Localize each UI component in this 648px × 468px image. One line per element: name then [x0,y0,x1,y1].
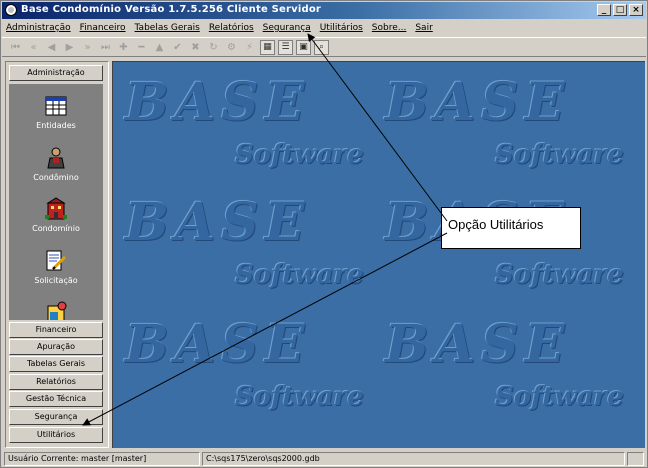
person-icon [44,146,68,170]
status-database-path: C:\sqs175\zero\sqs2000.gdb [202,452,625,466]
zoom-icon[interactable]: ▣ [296,39,311,55]
watermark-tagline: Software [235,260,364,290]
insert-icon[interactable]: ✚ [116,40,131,55]
sidebar-item-partial[interactable] [9,300,103,320]
watermark-logo: BASE [385,314,571,375]
print-icon[interactable]: ⚙ [224,40,239,55]
sidebar-item-label: Condômino [33,173,79,182]
menu-tabelas-gerais[interactable]: Tabelas Gerais [135,23,200,33]
prev-icon[interactable]: ◀ [44,40,59,55]
watermark-tagline: Software [495,260,624,290]
app-icon[interactable] [5,4,17,16]
sidebar-item-entidades[interactable]: Entidades [9,94,103,130]
edit-icon[interactable]: ▲ [152,40,167,55]
sidebar-panel: Entidades Condômino Condomínio Solicitaç… [9,84,103,320]
menu-sair[interactable]: Sair [415,23,432,33]
status-bar: Usuário Corrente: master [master] C:\sqs… [2,451,646,467]
first-icon[interactable]: ⏮ [8,40,23,55]
window-title: Base Condomínio Versão 1.7.5.256 Cliente… [21,4,322,15]
section-apuracao[interactable]: Apuração [9,339,103,355]
menu-financeiro[interactable]: Financeiro [80,23,126,33]
watermark-tagline: Software [235,140,364,170]
close-button[interactable]: × [629,4,643,16]
refresh-icon[interactable]: ↻ [206,40,221,55]
app-window: Base Condomínio Versão 1.7.5.256 Cliente… [0,0,648,468]
sidebar: Administração Entidades Condômino Condom… [5,61,109,448]
watermark-logo: BASE [385,72,571,133]
section-gestao-tecnica[interactable]: Gestão Técnica [9,391,103,407]
section-seguranca[interactable]: Segurança [9,409,103,425]
rewind-icon[interactable]: « [26,40,41,55]
watermark-tagline: Software [495,382,624,412]
callout-box: Opção Utilitários [441,207,581,249]
sidebar-item-condominio[interactable]: Condomínio [9,197,103,233]
menu-utilitarios[interactable]: Utilitários [320,23,363,33]
section-tabelas-gerais[interactable]: Tabelas Gerais [9,356,103,372]
sidebar-item-label: Condomínio [32,224,80,233]
maximize-button[interactable]: □ [613,4,627,16]
watermark-tagline: Software [495,140,624,170]
watermark-tagline: Software [235,382,364,412]
sidebar-item-solicitacao[interactable]: Solicitação [9,249,103,285]
document-pen-icon [44,249,68,273]
menu-sobre[interactable]: Sobre... [372,23,407,33]
section-utilitarios[interactable]: Utilitários [9,427,103,443]
table-icon [44,94,68,118]
next-icon[interactable]: ▶ [62,40,77,55]
section-relatorios[interactable]: Relatórios [9,374,103,390]
watermark-logo: BASE [125,314,311,375]
building-icon [44,197,68,221]
toolbar: ⏮ « ◀ ▶ » ⏭ ✚ ━ ▲ ✔ ✖ ↻ ⚙ ⚡ ▦ ☰ ▣ ⌕ [2,37,646,57]
status-grip[interactable] [627,452,644,466]
clipboard-icon [44,300,68,320]
watermark-logo: BASE [125,72,311,133]
cancel-icon[interactable]: ✖ [188,40,203,55]
watermark-logo: BASE [125,192,311,253]
title-bar[interactable]: Base Condomínio Versão 1.7.5.256 Cliente… [2,2,646,19]
post-icon[interactable]: ✔ [170,40,185,55]
section-administracao[interactable]: Administração [9,65,103,81]
sidebar-item-label: Solicitação [34,276,78,285]
sidebar-item-label: Entidades [36,121,76,130]
section-financeiro[interactable]: Financeiro [9,322,103,338]
search-icon[interactable]: ⌕ [314,39,329,55]
filter-icon[interactable]: ⚡ [242,40,257,55]
delete-icon[interactable]: ━ [134,40,149,55]
grid-icon[interactable]: ☰ [278,39,293,55]
menu-seguranca[interactable]: Segurança [263,23,311,33]
fast-forward-icon[interactable]: » [80,40,95,55]
status-user: Usuário Corrente: master [master] [4,452,200,466]
menu-relatorios[interactable]: Relatórios [209,23,254,33]
menu-bar: Administração Financeiro Tabelas Gerais … [2,20,646,36]
workspace: BASE Software BASE Software BASE Softwar… [112,61,645,448]
menu-administracao[interactable]: Administração [6,23,71,33]
sidebar-item-condomino[interactable]: Condômino [9,146,103,182]
minimize-button[interactable]: _ [597,4,611,16]
last-icon[interactable]: ⏭ [98,40,113,55]
report-icon[interactable]: ▦ [260,39,275,55]
